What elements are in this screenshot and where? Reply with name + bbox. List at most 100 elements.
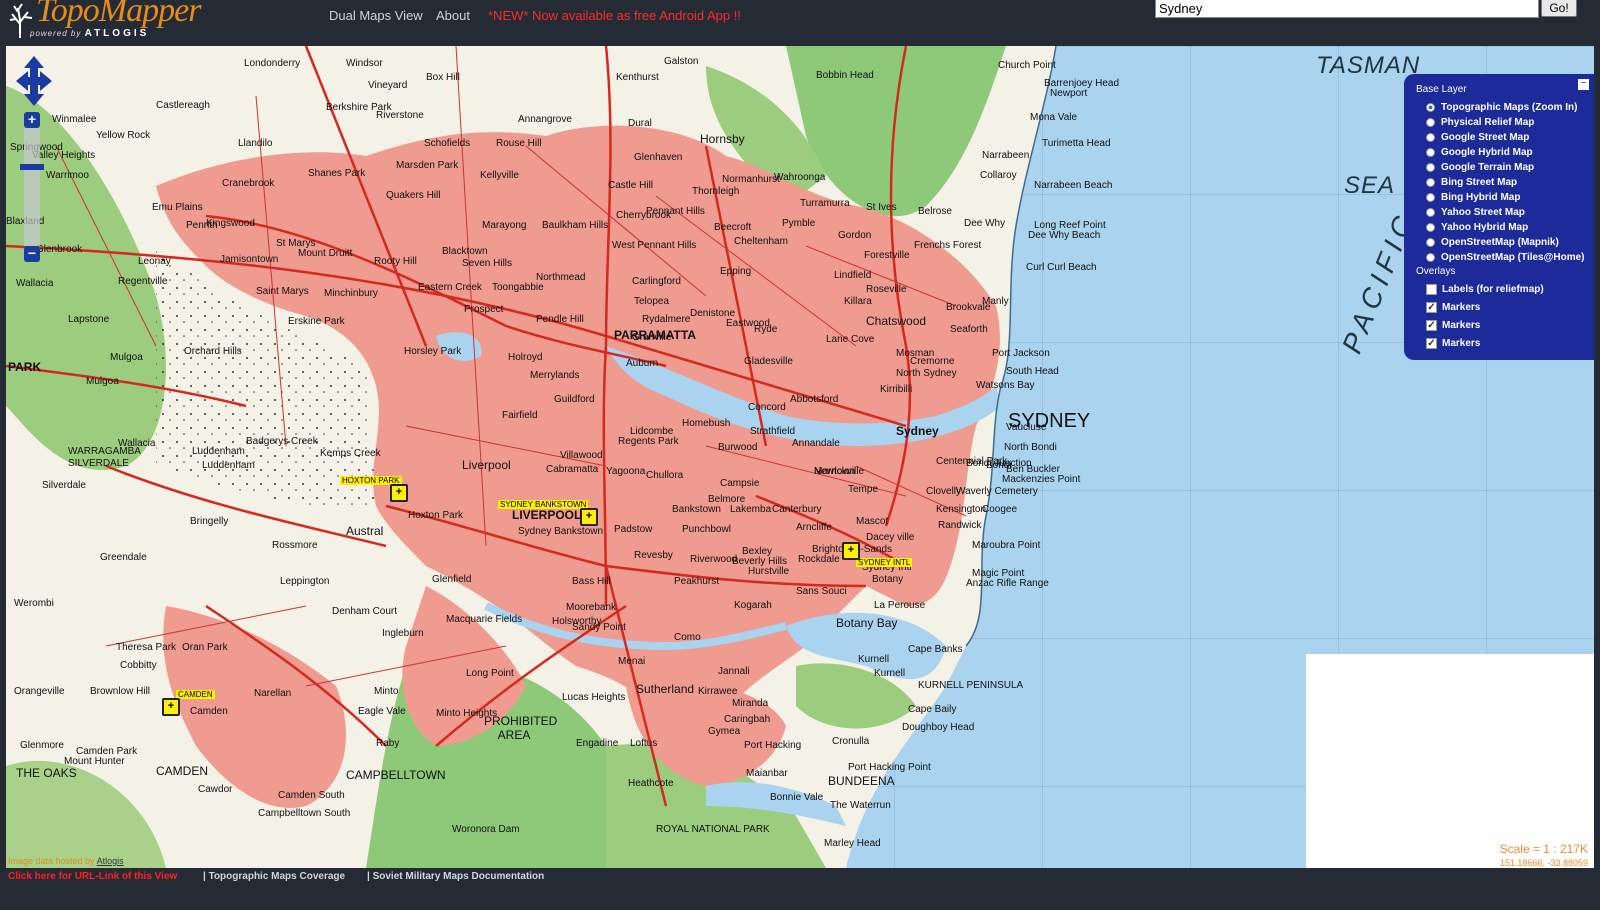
radio-icon[interactable] bbox=[1426, 252, 1435, 262]
base-layer-option[interactable]: Yahoo Street Map bbox=[1426, 205, 1525, 219]
place-label: LIVERPOOL bbox=[512, 508, 582, 522]
zoom-out-button[interactable]: − bbox=[24, 246, 40, 262]
overlay-option[interactable]: ✓ Markers bbox=[1426, 300, 1480, 314]
zoom-in-button[interactable]: + bbox=[24, 112, 40, 128]
place-label: Bonnie Vale bbox=[770, 792, 824, 803]
place-label: Marsden Park bbox=[396, 160, 459, 171]
place-label: ROYAL NATIONAL PARK bbox=[656, 824, 770, 835]
checkbox-checked-icon[interactable]: ✓ bbox=[1426, 337, 1437, 349]
base-layer-option[interactable]: OpenStreetMap (Tiles@Home) bbox=[1426, 250, 1584, 264]
place-label: Denistone bbox=[690, 308, 736, 319]
pan-up-icon[interactable] bbox=[24, 56, 44, 68]
overlay-option[interactable]: ✓ Markers bbox=[1426, 318, 1480, 332]
base-layer-label: Google Hybrid Map bbox=[1441, 146, 1533, 158]
radio-icon[interactable] bbox=[1426, 147, 1435, 157]
place-label: St Ives bbox=[866, 202, 897, 213]
place-label: Mulgoa bbox=[110, 352, 143, 363]
nav-about[interactable]: About bbox=[436, 8, 470, 23]
place-label: Waverly Cemetery bbox=[956, 486, 1038, 497]
base-layer-option[interactable]: Bing Hybrid Map bbox=[1426, 190, 1520, 204]
place-label: Hornsby bbox=[700, 132, 745, 146]
place-label: The Waterrun bbox=[830, 800, 891, 811]
place-label: Rouse Hill bbox=[496, 138, 542, 149]
base-layer-option[interactable]: Google Hybrid Map bbox=[1426, 145, 1533, 159]
place-label: Granville bbox=[632, 332, 672, 343]
place-label: Guildford bbox=[554, 394, 595, 405]
coverage-link[interactable]: | Topographic Maps Coverage bbox=[203, 871, 345, 882]
atlogis-link[interactable]: Atlogis bbox=[97, 856, 124, 866]
radio-icon[interactable] bbox=[1426, 192, 1435, 202]
place-label: Botany Bay bbox=[836, 616, 898, 630]
logo-sub-prefix: powered by bbox=[30, 29, 82, 38]
place-label: Kirribilli bbox=[880, 384, 913, 395]
base-layer-option[interactable]: Google Terrain Map bbox=[1426, 160, 1534, 174]
place-label: Sans Souci bbox=[796, 586, 847, 597]
place-label: Schofields bbox=[424, 138, 471, 149]
place-label: CAMPBELLTOWN bbox=[346, 768, 446, 782]
place-label: Barrenjoey Head bbox=[1044, 78, 1120, 89]
radio-icon[interactable] bbox=[1426, 132, 1435, 142]
place-label: Seaforth bbox=[950, 324, 988, 335]
place-label: Kenthurst bbox=[616, 72, 659, 83]
zoom-slider-handle[interactable] bbox=[20, 164, 44, 170]
nav-android-promo[interactable]: *NEW* Now available as free Android App … bbox=[488, 8, 741, 23]
place-label: Liverpool bbox=[462, 458, 511, 472]
place-label: Campsie bbox=[720, 478, 760, 489]
radio-icon[interactable] bbox=[1426, 207, 1435, 217]
place-label: Toongabbie bbox=[492, 282, 544, 293]
radio-icon[interactable] bbox=[1426, 177, 1435, 187]
radio-icon[interactable] bbox=[1426, 222, 1435, 232]
nav-dual-maps-view[interactable]: Dual Maps View bbox=[329, 8, 423, 23]
soviet-maps-link[interactable]: | Soviet Military Maps Documentation bbox=[367, 871, 544, 882]
radio-icon[interactable] bbox=[1426, 237, 1435, 247]
place-label: Ingleburn bbox=[382, 628, 424, 639]
base-layer-option[interactable]: Google Street Map bbox=[1426, 130, 1529, 144]
place-label: Mount Hunter bbox=[64, 756, 125, 767]
url-link-button[interactable]: Click here for URL-Link of this View bbox=[8, 871, 177, 882]
place-label: Kensington bbox=[936, 504, 987, 515]
pan-control[interactable] bbox=[16, 56, 52, 106]
pan-down-icon[interactable] bbox=[24, 94, 44, 106]
place-label: Gladesville bbox=[744, 356, 793, 367]
search-input[interactable] bbox=[1155, 0, 1539, 18]
place-label: Bass Hill bbox=[572, 576, 611, 587]
scale-readout: Scale = 1 : 217K bbox=[1499, 842, 1588, 856]
overlay-option[interactable]: Labels (for reliefmap) bbox=[1426, 282, 1544, 296]
place-label: Peakhurst bbox=[674, 576, 720, 587]
radio-icon[interactable] bbox=[1426, 162, 1435, 172]
base-layer-option[interactable]: Physical Relief Map bbox=[1426, 115, 1534, 129]
radio-selected-icon[interactable] bbox=[1426, 102, 1435, 112]
airport-marker-icon[interactable]: + bbox=[842, 542, 860, 560]
checkbox-unchecked-icon[interactable] bbox=[1426, 283, 1437, 295]
place-label: Narellan bbox=[254, 688, 292, 699]
airport-marker-icon[interactable]: + bbox=[580, 508, 598, 526]
airport-marker-icon[interactable]: + bbox=[390, 484, 408, 502]
place-label: Marley Head bbox=[824, 838, 881, 849]
place-label: Cremorne bbox=[910, 356, 955, 367]
checkbox-checked-icon[interactable]: ✓ bbox=[1426, 319, 1437, 331]
base-layer-option[interactable]: OpenStreetMap (Mapnik) bbox=[1426, 235, 1559, 249]
airport-marker-icon[interactable]: + bbox=[162, 698, 180, 716]
place-label: Port Jackson bbox=[992, 348, 1050, 359]
layer-switcher-minimize-button[interactable]: − bbox=[1577, 78, 1590, 91]
base-layer-option[interactable]: Topographic Maps (Zoom In) bbox=[1426, 100, 1577, 114]
radio-icon[interactable] bbox=[1426, 117, 1435, 127]
place-label: Carlingford bbox=[632, 276, 681, 287]
place-label: Quakers Hill bbox=[386, 190, 441, 201]
go-button[interactable]: Go! bbox=[1541, 0, 1577, 17]
place-label: Eastern Creek bbox=[418, 282, 482, 293]
overlay-option[interactable]: ✓ Markers bbox=[1426, 336, 1480, 350]
checkbox-checked-icon[interactable]: ✓ bbox=[1426, 301, 1437, 313]
place-label: Engadine bbox=[576, 738, 619, 749]
place-label: West Pennant Hills bbox=[612, 240, 697, 251]
place-label: Macquarie Fields bbox=[446, 614, 523, 625]
place-label: Rockdale bbox=[798, 554, 840, 565]
base-layer-option[interactable]: Yahoo Hybrid Map bbox=[1426, 220, 1528, 234]
base-layer-option[interactable]: Bing Street Map bbox=[1426, 175, 1517, 189]
place-label: Jamisontown bbox=[220, 254, 279, 265]
topomapper-logo[interactable]: TopoMapper powered by ATLOGIS bbox=[6, 0, 226, 44]
place-label: Mona Vale bbox=[1030, 112, 1078, 123]
zoom-bar[interactable] bbox=[24, 128, 40, 246]
base-layer-label: OpenStreetMap (Mapnik) bbox=[1441, 236, 1559, 248]
map-view[interactable]: Scale = 1 : 217K 151.18666, -33.88059 TA… bbox=[6, 46, 1594, 868]
